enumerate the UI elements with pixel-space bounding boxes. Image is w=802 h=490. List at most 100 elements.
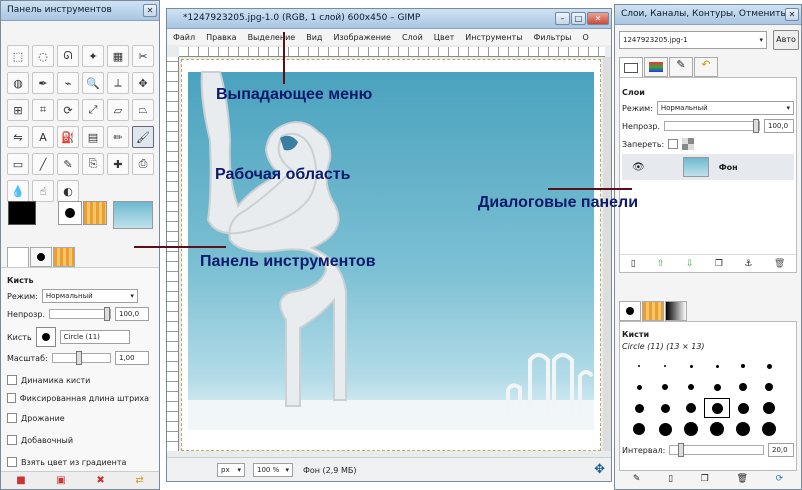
brush-cell[interactable] — [652, 377, 678, 397]
unit-select[interactable]: px ▾ — [217, 463, 245, 477]
ellipse-select-icon[interactable]: ◌ — [32, 45, 54, 67]
color-picker-icon[interactable]: ⌁ — [57, 72, 79, 94]
measure-icon[interactable]: ⟂ — [107, 72, 129, 94]
dock-titlebar[interactable]: Слои, Каналы, Контуры, Отменить ✕ — [615, 5, 801, 25]
brush-cell[interactable] — [704, 377, 730, 397]
eraser-icon[interactable]: ▭ — [7, 153, 29, 175]
duplicate-brush-icon[interactable]: ❐ — [701, 474, 709, 484]
save-icon[interactable]: ■ — [16, 475, 25, 486]
opacity-input[interactable]: 100,0 — [115, 307, 149, 321]
perspective-icon[interactable]: ⏢ — [132, 99, 154, 121]
close-icon[interactable]: ✕ — [587, 12, 609, 25]
pattern-preview[interactable] — [83, 201, 107, 225]
tab-layers[interactable] — [619, 57, 643, 77]
brush-cell[interactable] — [652, 419, 678, 439]
paths-icon[interactable]: ✒ — [32, 72, 54, 94]
menu-item[interactable]: Изображение — [333, 33, 391, 42]
brush-cell[interactable] — [626, 356, 652, 376]
brush-cell[interactable] — [652, 398, 678, 418]
zoom-icon[interactable]: 🔍 — [82, 72, 104, 94]
ink-icon[interactable]: ✎ — [57, 153, 79, 175]
brush-cell[interactable] — [652, 356, 678, 376]
delete-layer-icon[interactable]: 🗑 — [774, 259, 785, 269]
vertical-scrollbar[interactable] — [603, 57, 611, 451]
menu-item[interactable]: Файл — [173, 33, 195, 42]
brush-cell[interactable] — [730, 356, 756, 376]
lock-pixels-checkbox[interactable] — [668, 139, 679, 149]
tab-tool-options[interactable] — [7, 247, 29, 267]
tab-channels[interactable] — [644, 57, 668, 77]
maximize-icon[interactable]: □ — [571, 12, 586, 25]
heal-icon[interactable]: ✚ — [107, 153, 129, 175]
restore-icon[interactable]: ▣ — [56, 475, 65, 486]
rotate-icon[interactable]: ⟳ — [57, 99, 79, 121]
spacing-input[interactable]: 20,0 — [768, 443, 794, 457]
tab-undo[interactable]: ↶ — [694, 57, 718, 77]
scale-slider[interactable] — [51, 351, 111, 365]
brush-cell[interactable] — [678, 356, 704, 376]
tab-patterns[interactable] — [53, 247, 75, 267]
bucket-fill-icon[interactable]: ⛽ — [57, 126, 79, 148]
image-thumbnail[interactable] — [113, 201, 153, 229]
gradient-checkbox[interactable] — [7, 457, 17, 467]
brush-cell[interactable] — [756, 419, 782, 439]
minimize-icon[interactable]: – — [555, 12, 570, 25]
menu-item[interactable]: О — [583, 33, 589, 42]
refresh-brushes-icon[interactable]: ⟳ — [776, 474, 784, 484]
jitter-checkbox[interactable] — [7, 413, 17, 423]
close-icon[interactable]: ✕ — [143, 4, 157, 17]
brush-cell[interactable] — [678, 398, 704, 418]
delete-brush-icon[interactable]: 🗑 — [736, 474, 747, 484]
brush-cell[interactable] — [626, 419, 652, 439]
image-titlebar[interactable]: *1247923205.jpg-1.0 (RGB, 1 слой) 600x45… — [167, 9, 611, 29]
foreground-select-icon[interactable]: ◍ — [7, 72, 29, 94]
menu-item[interactable]: Выделение — [248, 33, 296, 42]
fuzzy-select-icon[interactable]: ✦ — [82, 45, 104, 67]
lasso-icon[interactable]: ᘏ — [57, 45, 79, 67]
brush-cell[interactable] — [626, 398, 652, 418]
spacing-slider[interactable] — [669, 443, 764, 457]
layer-opacity-input[interactable]: 100,0 — [764, 119, 794, 133]
scale-input[interactable]: 1,00 — [115, 351, 149, 365]
tab-brushes-dock[interactable] — [619, 301, 641, 321]
brush-cell[interactable] — [756, 377, 782, 397]
brush-preview[interactable] — [58, 201, 82, 225]
smudge-icon[interactable]: ☝ — [32, 180, 54, 202]
blur-icon[interactable]: 💧 — [7, 180, 29, 202]
new-brush-icon[interactable]: ▯ — [668, 474, 673, 484]
fg-color-swatch[interactable] — [8, 201, 36, 225]
text-icon[interactable]: A — [32, 126, 54, 148]
brush-cell[interactable] — [756, 398, 782, 418]
shear-icon[interactable]: ▱ — [107, 99, 129, 121]
brush-dynamics-expander[interactable] — [7, 375, 17, 385]
blend-icon[interactable]: ▤ — [82, 126, 104, 148]
move-icon[interactable]: ✥ — [132, 72, 154, 94]
brush-cell[interactable] — [678, 377, 704, 397]
lower-layer-icon[interactable]: ⇩ — [686, 259, 694, 269]
layer-opacity-slider[interactable] — [664, 119, 760, 133]
scissors-icon[interactable]: ✂ — [132, 45, 154, 67]
brush-cell[interactable] — [756, 356, 782, 376]
pencil-icon[interactable]: ✏ — [107, 126, 129, 148]
brush-cell[interactable] — [730, 398, 756, 418]
menu-item[interactable]: Слой — [402, 33, 423, 42]
delete-icon[interactable]: ✖ — [96, 475, 104, 486]
mode-select[interactable]: Нормальный ▾ — [41, 289, 138, 303]
navigate-icon[interactable]: ✥ — [594, 462, 605, 477]
raise-layer-icon[interactable]: ⇧ — [657, 259, 665, 269]
image-select[interactable]: 1247923205.jpg-1 ▾ — [619, 31, 767, 49]
brush-cell[interactable] — [678, 419, 704, 439]
crop-icon[interactable]: ⌗ — [32, 99, 54, 121]
close-icon[interactable]: ✕ — [785, 8, 799, 21]
brush-cell[interactable] — [704, 419, 730, 439]
brush-cell[interactable] — [730, 419, 756, 439]
perspective-clone-icon[interactable]: ⎙ — [132, 153, 154, 175]
menu-item[interactable]: Вид — [306, 33, 322, 42]
horizontal-ruler[interactable] — [179, 47, 605, 57]
layer-row[interactable]: 👁 Фон — [622, 154, 794, 180]
opacity-slider[interactable] — [49, 307, 111, 321]
zoom-select[interactable]: 100 % ▾ — [253, 463, 293, 477]
menu-item[interactable]: Фильтры — [534, 33, 572, 42]
brush-cell[interactable] — [704, 356, 730, 376]
paintbrush-icon[interactable]: 🖌 — [132, 126, 154, 148]
